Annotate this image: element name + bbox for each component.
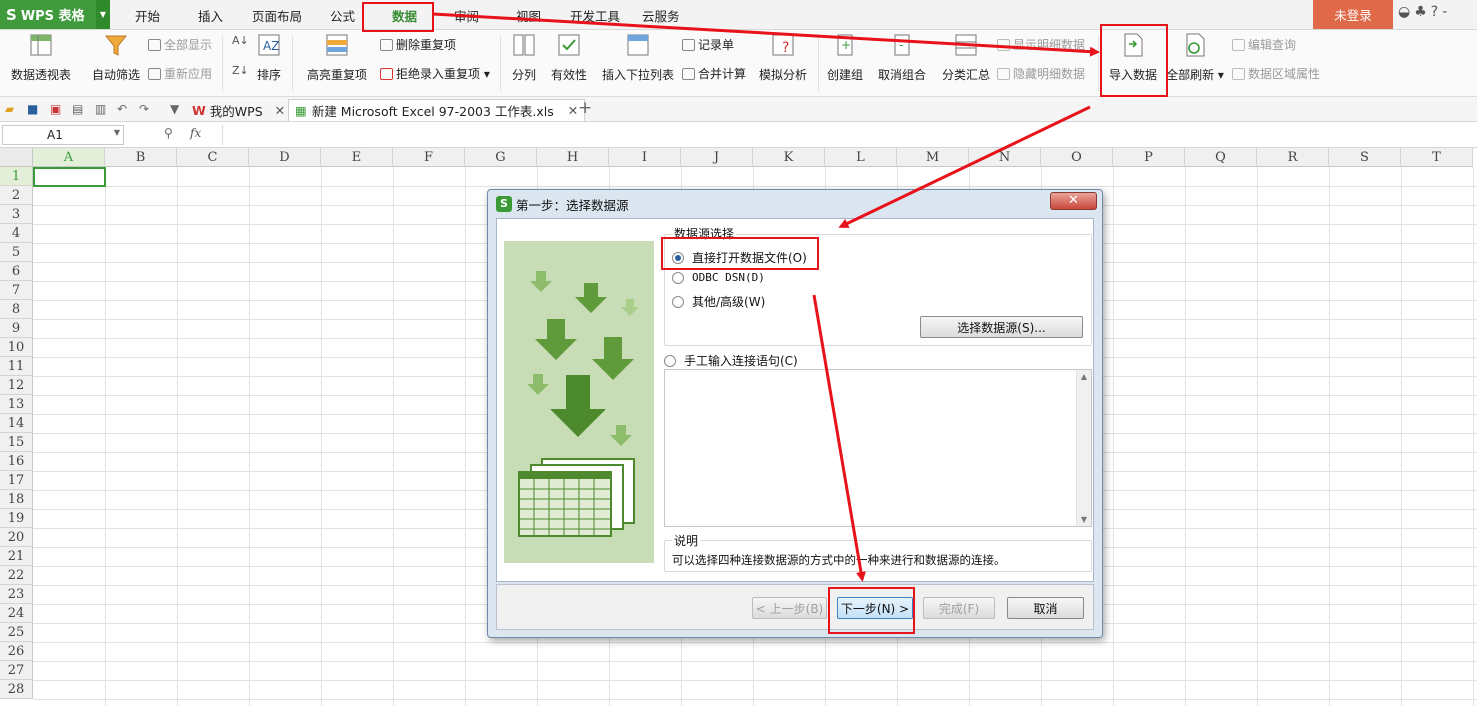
annotation-arrow-to-next bbox=[812, 294, 866, 582]
annotation-arrows bbox=[432, 12, 1100, 582]
wps-spreadsheet-window: { "app": {"name": "WPS 表格", "login": "未登… bbox=[0, 0, 1477, 706]
annotation-arrow-to-import bbox=[432, 12, 1100, 57]
annotation-arrow-to-dialog bbox=[838, 105, 1091, 228]
